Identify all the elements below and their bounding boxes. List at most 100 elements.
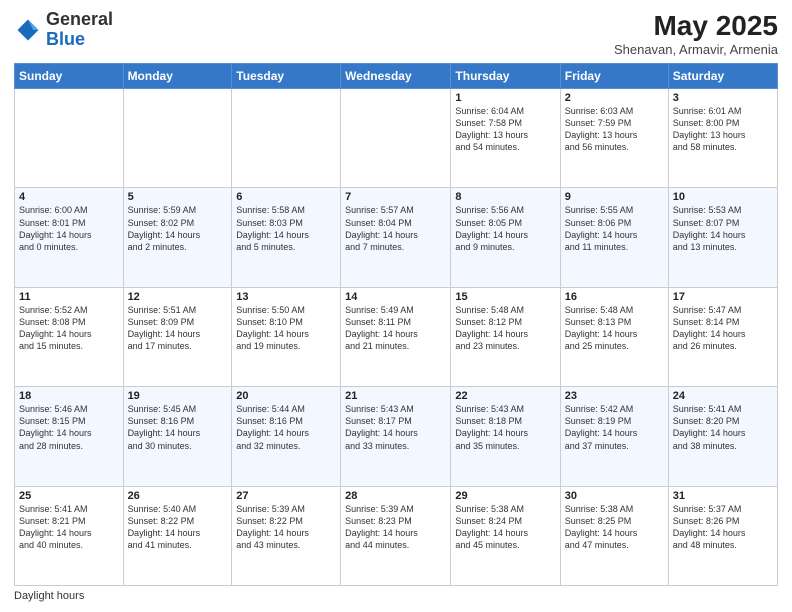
calendar-cell: 18Sunrise: 5:46 AM Sunset: 8:15 PM Dayli…: [15, 387, 124, 486]
header: General Blue May 2025 Shenavan, Armavir,…: [14, 10, 778, 57]
calendar-cell: [123, 89, 232, 188]
day-info: Sunrise: 5:40 AM Sunset: 8:22 PM Dayligh…: [128, 503, 228, 552]
day-info: Sunrise: 5:41 AM Sunset: 8:21 PM Dayligh…: [19, 503, 119, 552]
day-number: 16: [565, 291, 664, 303]
calendar-cell: 4Sunrise: 6:00 AM Sunset: 8:01 PM Daylig…: [15, 188, 124, 287]
calendar-cell: 16Sunrise: 5:48 AM Sunset: 8:13 PM Dayli…: [560, 287, 668, 386]
day-number: 2: [565, 92, 664, 104]
day-number: 5: [128, 191, 228, 203]
day-info: Sunrise: 5:58 AM Sunset: 8:03 PM Dayligh…: [236, 204, 336, 253]
calendar-cell: 26Sunrise: 5:40 AM Sunset: 8:22 PM Dayli…: [123, 486, 232, 585]
day-number: 7: [345, 191, 446, 203]
day-number: 4: [19, 191, 119, 203]
day-info: Sunrise: 5:39 AM Sunset: 8:22 PM Dayligh…: [236, 503, 336, 552]
day-number: 20: [236, 390, 336, 402]
day-info: Sunrise: 5:51 AM Sunset: 8:09 PM Dayligh…: [128, 304, 228, 353]
calendar-cell: 30Sunrise: 5:38 AM Sunset: 8:25 PM Dayli…: [560, 486, 668, 585]
calendar-cell: 23Sunrise: 5:42 AM Sunset: 8:19 PM Dayli…: [560, 387, 668, 486]
day-info: Sunrise: 5:43 AM Sunset: 8:17 PM Dayligh…: [345, 403, 446, 452]
header-day-wednesday: Wednesday: [341, 64, 451, 89]
calendar-cell: [341, 89, 451, 188]
day-number: 19: [128, 390, 228, 402]
calendar-cell: 7Sunrise: 5:57 AM Sunset: 8:04 PM Daylig…: [341, 188, 451, 287]
day-info: Sunrise: 5:53 AM Sunset: 8:07 PM Dayligh…: [673, 204, 773, 253]
header-day-saturday: Saturday: [668, 64, 777, 89]
day-number: 31: [673, 490, 773, 502]
day-info: Sunrise: 6:01 AM Sunset: 8:00 PM Dayligh…: [673, 105, 773, 154]
day-number: 13: [236, 291, 336, 303]
calendar-cell: 15Sunrise: 5:48 AM Sunset: 8:12 PM Dayli…: [451, 287, 560, 386]
day-number: 12: [128, 291, 228, 303]
day-number: 6: [236, 191, 336, 203]
day-info: Sunrise: 6:00 AM Sunset: 8:01 PM Dayligh…: [19, 204, 119, 253]
day-number: 17: [673, 291, 773, 303]
calendar-cell: [15, 89, 124, 188]
day-info: Sunrise: 5:39 AM Sunset: 8:23 PM Dayligh…: [345, 503, 446, 552]
day-info: Sunrise: 5:38 AM Sunset: 8:25 PM Dayligh…: [565, 503, 664, 552]
daylight-label-item: Daylight hours: [14, 590, 84, 602]
calendar-cell: 24Sunrise: 5:41 AM Sunset: 8:20 PM Dayli…: [668, 387, 777, 486]
day-number: 11: [19, 291, 119, 303]
calendar-cell: 8Sunrise: 5:56 AM Sunset: 8:05 PM Daylig…: [451, 188, 560, 287]
day-info: Sunrise: 5:52 AM Sunset: 8:08 PM Dayligh…: [19, 304, 119, 353]
day-number: 21: [345, 390, 446, 402]
calendar-week-4: 18Sunrise: 5:46 AM Sunset: 8:15 PM Dayli…: [15, 387, 778, 486]
day-info: Sunrise: 5:57 AM Sunset: 8:04 PM Dayligh…: [345, 204, 446, 253]
calendar-week-2: 4Sunrise: 6:00 AM Sunset: 8:01 PM Daylig…: [15, 188, 778, 287]
calendar-cell: 17Sunrise: 5:47 AM Sunset: 8:14 PM Dayli…: [668, 287, 777, 386]
calendar-cell: 1Sunrise: 6:04 AM Sunset: 7:58 PM Daylig…: [451, 89, 560, 188]
day-number: 14: [345, 291, 446, 303]
calendar-cell: 29Sunrise: 5:38 AM Sunset: 8:24 PM Dayli…: [451, 486, 560, 585]
day-info: Sunrise: 5:47 AM Sunset: 8:14 PM Dayligh…: [673, 304, 773, 353]
day-info: Sunrise: 5:43 AM Sunset: 8:18 PM Dayligh…: [455, 403, 555, 452]
calendar-cell: 11Sunrise: 5:52 AM Sunset: 8:08 PM Dayli…: [15, 287, 124, 386]
header-day-thursday: Thursday: [451, 64, 560, 89]
day-number: 27: [236, 490, 336, 502]
day-number: 23: [565, 390, 664, 402]
calendar-cell: 21Sunrise: 5:43 AM Sunset: 8:17 PM Dayli…: [341, 387, 451, 486]
day-info: Sunrise: 5:50 AM Sunset: 8:10 PM Dayligh…: [236, 304, 336, 353]
header-day-tuesday: Tuesday: [232, 64, 341, 89]
footer: Daylight hours: [14, 590, 778, 602]
calendar-header-row: SundayMondayTuesdayWednesdayThursdayFrid…: [15, 64, 778, 89]
day-number: 25: [19, 490, 119, 502]
day-info: Sunrise: 5:59 AM Sunset: 8:02 PM Dayligh…: [128, 204, 228, 253]
day-number: 18: [19, 390, 119, 402]
day-number: 8: [455, 191, 555, 203]
day-info: Sunrise: 6:03 AM Sunset: 7:59 PM Dayligh…: [565, 105, 664, 154]
day-number: 30: [565, 490, 664, 502]
day-number: 26: [128, 490, 228, 502]
calendar-cell: 10Sunrise: 5:53 AM Sunset: 8:07 PM Dayli…: [668, 188, 777, 287]
logo: General Blue: [14, 10, 113, 50]
day-info: Sunrise: 5:41 AM Sunset: 8:20 PM Dayligh…: [673, 403, 773, 452]
logo-icon: [14, 16, 42, 44]
calendar-cell: 6Sunrise: 5:58 AM Sunset: 8:03 PM Daylig…: [232, 188, 341, 287]
day-info: Sunrise: 5:48 AM Sunset: 8:12 PM Dayligh…: [455, 304, 555, 353]
day-info: Sunrise: 5:48 AM Sunset: 8:13 PM Dayligh…: [565, 304, 664, 353]
day-info: Sunrise: 6:04 AM Sunset: 7:58 PM Dayligh…: [455, 105, 555, 154]
daylight-label: Daylight hours: [14, 590, 84, 602]
calendar-cell: 9Sunrise: 5:55 AM Sunset: 8:06 PM Daylig…: [560, 188, 668, 287]
header-day-sunday: Sunday: [15, 64, 124, 89]
calendar-week-1: 1Sunrise: 6:04 AM Sunset: 7:58 PM Daylig…: [15, 89, 778, 188]
calendar-cell: 13Sunrise: 5:50 AM Sunset: 8:10 PM Dayli…: [232, 287, 341, 386]
calendar-cell: 31Sunrise: 5:37 AM Sunset: 8:26 PM Dayli…: [668, 486, 777, 585]
calendar-cell: 22Sunrise: 5:43 AM Sunset: 8:18 PM Dayli…: [451, 387, 560, 486]
calendar-cell: 5Sunrise: 5:59 AM Sunset: 8:02 PM Daylig…: [123, 188, 232, 287]
calendar-cell: 3Sunrise: 6:01 AM Sunset: 8:00 PM Daylig…: [668, 89, 777, 188]
day-number: 9: [565, 191, 664, 203]
location: Shenavan, Armavir, Armenia: [614, 42, 778, 57]
day-info: Sunrise: 5:46 AM Sunset: 8:15 PM Dayligh…: [19, 403, 119, 452]
day-number: 10: [673, 191, 773, 203]
logo-blue-text: Blue: [46, 29, 85, 49]
calendar-cell: 12Sunrise: 5:51 AM Sunset: 8:09 PM Dayli…: [123, 287, 232, 386]
logo-general-text: General: [46, 9, 113, 29]
calendar-week-3: 11Sunrise: 5:52 AM Sunset: 8:08 PM Dayli…: [15, 287, 778, 386]
calendar-cell: 20Sunrise: 5:44 AM Sunset: 8:16 PM Dayli…: [232, 387, 341, 486]
month-year: May 2025: [614, 10, 778, 42]
calendar-table: SundayMondayTuesdayWednesdayThursdayFrid…: [14, 63, 778, 586]
calendar-cell: 19Sunrise: 5:45 AM Sunset: 8:16 PM Dayli…: [123, 387, 232, 486]
calendar-week-5: 25Sunrise: 5:41 AM Sunset: 8:21 PM Dayli…: [15, 486, 778, 585]
day-number: 15: [455, 291, 555, 303]
header-day-monday: Monday: [123, 64, 232, 89]
